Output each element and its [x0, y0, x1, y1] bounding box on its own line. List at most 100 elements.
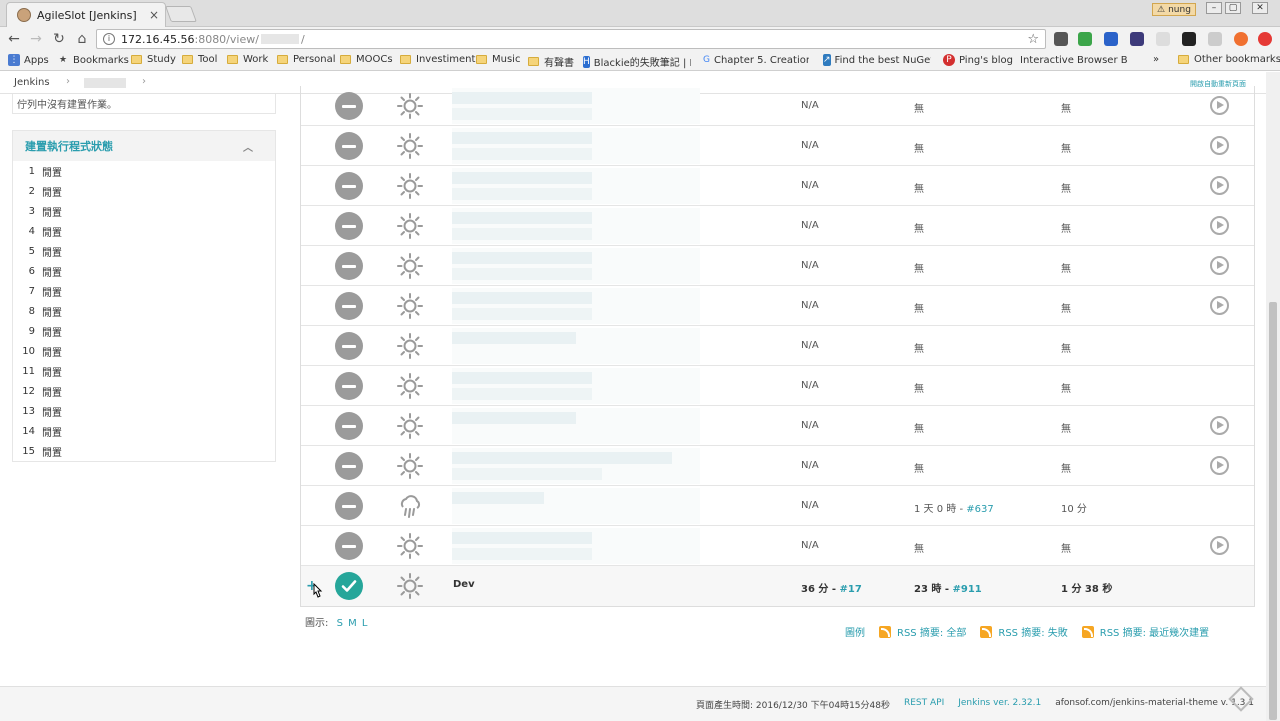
google-icon: G	[703, 55, 710, 65]
schedule-build-icon[interactable]	[1210, 536, 1229, 555]
job-row[interactable]: N/A 無 無	[301, 526, 1254, 566]
bookmark-apps[interactable]: ⋮ Apps	[8, 54, 49, 66]
job-row[interactable]: N/A 無 無	[301, 286, 1254, 326]
schedule-build-icon[interactable]	[1210, 456, 1229, 475]
last-failure-build-link[interactable]: #911	[953, 584, 982, 595]
bookmark-blackie[interactable]: H Blackie的失敗筆記 | Bl	[583, 54, 691, 69]
folder-icon	[277, 55, 288, 64]
schedule-build-icon[interactable]	[1210, 176, 1229, 195]
bookmark-nuget[interactable]: ↗Find the best NuGet P	[823, 54, 931, 66]
extension-purple-icon[interactable]	[1130, 32, 1144, 46]
job-row[interactable]: N/A 無 無	[301, 166, 1254, 206]
executor-status-header[interactable]: 建置執行程式狀態 ︿	[13, 131, 275, 161]
job-row[interactable]: N/A 無 無	[301, 446, 1254, 486]
extension-orange-icon[interactable]	[1234, 32, 1248, 46]
breadcrumb-jenkins[interactable]: Jenkins	[14, 77, 50, 88]
status-disabled-icon	[335, 332, 363, 360]
chevron-up-icon[interactable]: ︿	[243, 139, 253, 154]
extension-gray-icon[interactable]	[1156, 32, 1170, 46]
last-failure-build-link[interactable]: #637	[966, 504, 993, 515]
extension-red-icon[interactable]	[1258, 32, 1272, 46]
job-row[interactable]: N/A 無 無	[301, 206, 1254, 246]
breadcrumb-separator[interactable]: ›	[66, 76, 70, 87]
jenkins-version-link[interactable]: Jenkins ver. 2.32.1	[958, 698, 1041, 711]
last-duration-cell: 無	[1061, 544, 1071, 555]
job-row[interactable]: N/A 無 無	[301, 126, 1254, 166]
job-row[interactable]: N/A 無 無	[301, 86, 1254, 126]
bookmark-interactive[interactable]: Interactive Browser Ba	[1016, 54, 1128, 66]
executor-state: 閒置	[42, 427, 62, 439]
rss-latest-link[interactable]: RSS 摘要: 最近幾次建置	[1081, 624, 1209, 639]
job-row[interactable]: N/A 無 無	[301, 366, 1254, 406]
job-row[interactable]: N/A 1 天 0 時 - #637 10 分	[301, 486, 1254, 526]
browser-tab[interactable]: AgileSlot [Jenkins] ×	[6, 2, 166, 27]
bookmark-moocs[interactable]: MOOCs	[340, 54, 393, 65]
close-window-button[interactable]: ✕	[1252, 2, 1268, 14]
minimize-button[interactable]: –	[1206, 2, 1222, 14]
schedule-build-icon[interactable]	[1210, 416, 1229, 435]
bookmark-study[interactable]: Study	[131, 54, 176, 65]
bookmark-investiment[interactable]: Investiment	[400, 54, 475, 65]
extension-doc-icon[interactable]	[1208, 32, 1222, 46]
last-duration-cell: 無	[1061, 264, 1071, 275]
job-table: N/A 無無 N/A 無無 N/A 無無 N/A 無無 N/A 無無 N/A 無無 N/A 無無 N/A 無無…	[300, 86, 1255, 607]
schedule-build-icon[interactable]	[1210, 296, 1229, 315]
bookmark-music[interactable]: Music	[476, 54, 520, 65]
address-bar[interactable]: i 172.16.45.56 :8080/view/ / ☆	[96, 29, 1046, 49]
job-row[interactable]: + Dev 36 分 - #17 23 時 - #911 1 分 38 秒	[301, 566, 1254, 606]
extension-green-icon[interactable]	[1078, 32, 1092, 46]
schedule-build-icon[interactable]	[1210, 216, 1229, 235]
executor-row: 6 閒置	[13, 261, 275, 281]
extension-v-icon[interactable]	[1104, 32, 1118, 46]
schedule-build-icon[interactable]	[1210, 136, 1229, 155]
bookmark-bookmarks[interactable]: ★ Bookmarks	[57, 54, 129, 66]
status-disabled-icon	[335, 252, 363, 280]
extension-black-icon[interactable]	[1182, 32, 1196, 46]
last-success-build-link[interactable]: #17	[840, 584, 862, 595]
executor-row: 1 閒置	[13, 161, 275, 181]
icon-size-links[interactable]: S M L	[337, 618, 369, 629]
schedule-build-icon[interactable]	[1210, 96, 1229, 115]
executor-state: 閒置	[42, 367, 62, 379]
job-row[interactable]: N/A 無 無	[301, 326, 1254, 366]
executor-row: 3 閒置	[13, 201, 275, 221]
last-success-cell: N/A	[801, 460, 819, 471]
bookmark-star-icon[interactable]: ☆	[1027, 32, 1039, 47]
pocket-icon[interactable]	[1054, 32, 1068, 46]
rss-all-link[interactable]: RSS 摘要: 全部	[879, 624, 966, 639]
rss-failed-link[interactable]: RSS 摘要: 失敗	[980, 624, 1068, 639]
bookmarks-overflow-chevron[interactable]: »	[1153, 54, 1159, 65]
rest-api-link[interactable]: REST API	[904, 698, 944, 711]
job-row[interactable]: N/A 無 無	[301, 246, 1254, 286]
executor-status-title[interactable]: 建置執行程式狀態	[25, 138, 113, 154]
schedule-build-icon[interactable]	[1210, 256, 1229, 275]
job-name-link[interactable]: Dev	[453, 579, 475, 590]
executor-row: 2 閒置	[13, 181, 275, 201]
scrollbar-thumb[interactable]	[1269, 302, 1277, 720]
forward-icon[interactable]: →	[28, 31, 44, 47]
bookmark-pings-blog[interactable]: P Ping's blog	[943, 54, 1013, 66]
bookmark-chapter5[interactable]: GChapter 5. Creational	[703, 54, 809, 66]
profile-badge[interactable]: ⚠ nung	[1152, 3, 1196, 16]
bookmark-tool[interactable]: Tool	[182, 54, 217, 65]
page-scrollbar[interactable]	[1266, 72, 1280, 721]
maximize-button[interactable]: ▢	[1225, 2, 1241, 14]
info-icon[interactable]: i	[103, 33, 115, 45]
legend-link[interactable]: 圖例	[845, 624, 865, 639]
home-icon[interactable]: ⌂	[74, 31, 90, 47]
reload-icon[interactable]: ↻	[51, 31, 67, 47]
breadcrumb-separator[interactable]: ›	[142, 76, 146, 87]
bookmark-personal[interactable]: Personal	[277, 54, 336, 65]
folder-icon	[1178, 55, 1189, 64]
tab-close-icon[interactable]: ×	[149, 8, 159, 22]
executor-state: 閒置	[42, 247, 62, 259]
breadcrumb-view-redacted[interactable]	[84, 78, 126, 88]
bookmark-other[interactable]: Other bookmarks	[1178, 54, 1280, 65]
executor-row: 9 閒置	[13, 321, 275, 341]
bookmark-audiobooks[interactable]: 有聲書	[528, 54, 574, 69]
job-row[interactable]: N/A 無 無	[301, 406, 1254, 446]
back-icon[interactable]: ←	[6, 31, 22, 47]
theme-credit[interactable]: afonsof.com/jenkins-material-theme v. 1.…	[1055, 698, 1254, 711]
new-tab-button[interactable]	[165, 6, 197, 22]
bookmark-work[interactable]: Work	[227, 54, 268, 65]
